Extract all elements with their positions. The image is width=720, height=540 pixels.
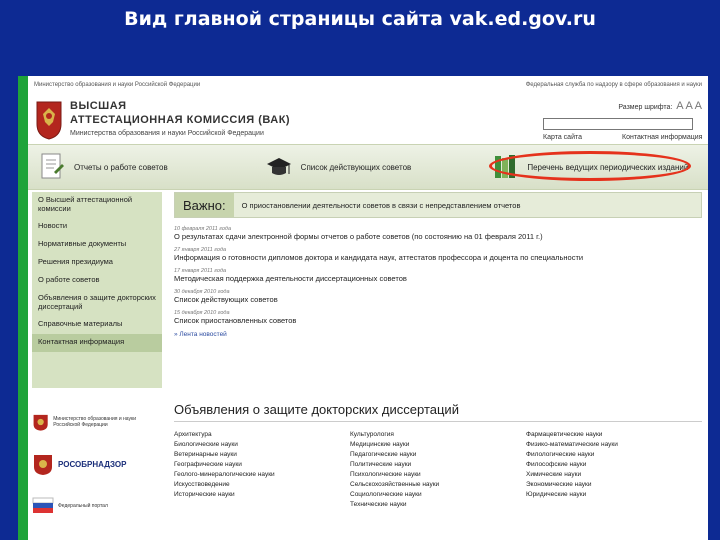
brand-line-1[interactable]: ВЫСШАЯ [70, 100, 127, 112]
important-banner: Важно: О приостановлении деятельности со… [174, 192, 702, 218]
federal-portal-logo[interactable]: Федеральный портал [32, 490, 162, 522]
field-link[interactable]: Культурология [350, 430, 526, 440]
news-feed-link[interactable]: » Лента новостей [174, 331, 702, 338]
field-link[interactable]: Социологические науки [350, 490, 526, 500]
news-item: 15 декабря 2010 года Список приостановле… [174, 310, 702, 325]
rosobrnadzor-link[interactable]: Федеральная служба по надзору в сфере об… [526, 82, 702, 88]
field-link[interactable]: Архитектура [174, 430, 350, 440]
field-link[interactable]: Фармацевтические науки [526, 430, 702, 440]
contacts-link[interactable]: Контактная информация [622, 134, 702, 141]
rosobrnadzor-logo[interactable]: РОСОБРНАДЗОР [32, 448, 162, 480]
science-fields: Архитектура Биологические науки Ветерина… [174, 430, 702, 510]
sidebar-item-reference[interactable]: Справочные материалы [32, 316, 162, 334]
field-link[interactable]: Филологические науки [526, 450, 702, 460]
field-link[interactable]: Биологические науки [174, 440, 350, 450]
tab-reports[interactable]: Отчеты о работе советов [28, 145, 255, 189]
sitemap-link[interactable]: Карта сайта [543, 134, 582, 141]
font-size-control: Размер шрифта: A A A [618, 100, 702, 112]
ministry-logo-caption: Министерство образования и науки Российс… [53, 416, 136, 428]
sidebar-item-news[interactable]: Новости [32, 218, 162, 236]
ministry-link[interactable]: Министерство образования и науки Российс… [34, 82, 200, 88]
graduation-cap-icon [266, 158, 291, 175]
partner-logos: Министерство образования и науки Российс… [32, 406, 162, 532]
font-size-buttons[interactable]: A A A [676, 100, 702, 112]
topbar: Министерство образования и науки Российс… [28, 76, 708, 94]
field-link[interactable]: Политические науки [350, 460, 526, 470]
left-accent-strip [18, 76, 28, 540]
field-link[interactable]: Педагогические науки [350, 450, 526, 460]
fields-column-2: Культурология Медицинские науки Педагоги… [350, 430, 526, 510]
eagle-emblem-icon [33, 414, 48, 431]
sidebar-item-contacts[interactable]: Контактная информация [32, 334, 162, 352]
highlight-oval [489, 151, 692, 181]
field-link[interactable]: Сельскохозяйственные науки [350, 480, 526, 490]
fields-column-1: Архитектура Биологические науки Ветерина… [174, 430, 350, 510]
sidebar-item-defense-announcements[interactable]: Объявления о защите докторских диссертац… [32, 290, 162, 316]
field-link[interactable]: Химические науки [526, 470, 702, 480]
news-link[interactable]: Информация о готовности дипломов доктора… [174, 253, 702, 262]
flag-icon [32, 497, 54, 513]
news-item: 10 февраля 2011 года О результатах сдачи… [174, 226, 702, 241]
search-input[interactable] [543, 118, 693, 130]
eagle-emblem-icon [34, 455, 52, 475]
ministry-logo[interactable]: Министерство образования и науки Российс… [32, 406, 162, 438]
field-link[interactable]: Физико-математические науки [526, 440, 702, 450]
federal-portal-logo-caption: Федеральный портал [58, 503, 108, 509]
tab-councils-label: Список действующих советов [300, 162, 412, 172]
website-screenshot: Министерство образования и науки Российс… [28, 76, 708, 540]
field-link[interactable]: Искусствоведение [174, 480, 350, 490]
field-link[interactable]: Юридические науки [526, 490, 702, 500]
brand-line-3: Министерства образования и науки Российс… [70, 130, 264, 137]
main-content: Важно: О приостановлении деятельности со… [174, 192, 702, 338]
news-link[interactable]: Список действующих советов [174, 295, 702, 304]
field-link[interactable]: Психологические науки [350, 470, 526, 480]
brand-line-2[interactable]: АТТЕСТАЦИОННАЯ КОМИССИЯ (ВАК) [70, 114, 290, 126]
news-list: 10 февраля 2011 года О результатах сдачи… [174, 226, 702, 338]
news-item: 27 января 2011 года Информация о готовно… [174, 247, 702, 262]
header: ВЫСШАЯ АТТЕСТАЦИОННАЯ КОМИССИЯ (ВАК) Мин… [28, 94, 708, 144]
emblem-icon[interactable] [34, 96, 64, 140]
dissertations-title: Объявления о защите докторских диссертац… [174, 402, 702, 422]
field-link[interactable]: Исторические науки [174, 490, 350, 500]
sidebar-item-about[interactable]: О Высшей аттестационной комиссии [32, 192, 162, 218]
sidebar: О Высшей аттестационной комиссии Новости… [32, 192, 162, 388]
news-link[interactable]: Методическая поддержка деятельности дисс… [174, 274, 702, 283]
font-size-label: Размер шрифта: [618, 104, 673, 111]
news-link[interactable]: О результатах сдачи электронной формы от… [174, 232, 702, 241]
news-item: 30 декабря 2010 года Список действующих … [174, 289, 702, 304]
field-link[interactable]: Технические науки [350, 500, 526, 510]
field-link[interactable]: Географические науки [174, 460, 350, 470]
fields-column-3: Фармацевтические науки Физико-математиче… [526, 430, 702, 510]
sidebar-item-councils-work[interactable]: О работе советов [32, 272, 162, 290]
sidebar-item-documents[interactable]: Нормативные документы [32, 236, 162, 254]
field-link[interactable]: Философские науки [526, 460, 702, 470]
main-tabs: Отчеты о работе советов Список действующ… [28, 144, 708, 190]
document-icon [41, 153, 64, 179]
field-link[interactable]: Экономические науки [526, 480, 702, 490]
field-link[interactable]: Медицинские науки [350, 440, 526, 450]
important-label: Важно: [175, 193, 234, 217]
dissertations-section: Объявления о защите докторских диссертац… [174, 402, 702, 510]
important-link[interactable]: О приостановлении деятельности советов в… [242, 201, 521, 210]
field-link[interactable]: Ветеринарные науки [174, 450, 350, 460]
slide-title: Вид главной страницы сайта vak.ed.gov.ru [124, 8, 596, 30]
rosobrnadzor-logo-caption: РОСОБРНАДЗОР [58, 459, 127, 469]
field-link[interactable]: Геолого-минералогические науки [174, 470, 350, 480]
tab-councils[interactable]: Список действующих советов [255, 145, 482, 189]
tab-periodicals[interactable]: Перечень ведущих периодических изданий [481, 145, 708, 189]
tab-reports-label: Отчеты о работе советов [74, 162, 168, 172]
news-link[interactable]: Список приостановленных советов [174, 316, 702, 325]
news-item: 17 января 2011 года Методическая поддерж… [174, 268, 702, 283]
sidebar-item-presidium[interactable]: Решения президиума [32, 254, 162, 272]
